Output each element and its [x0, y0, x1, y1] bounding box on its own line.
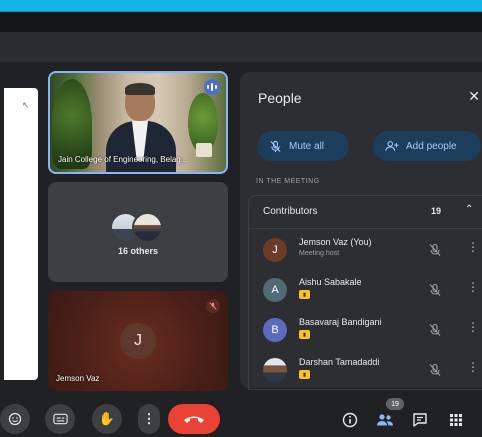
panel-title: People	[258, 90, 302, 106]
mic-off-icon	[206, 299, 220, 313]
self-video-tile[interactable]: J Jemson Vaz	[48, 291, 228, 391]
others-count-label: 16 others	[117, 246, 159, 256]
avatar-stack	[110, 212, 170, 243]
end-call-icon	[184, 416, 204, 423]
mic-off-icon[interactable]	[428, 283, 442, 297]
add-people-button[interactable]: Add people	[373, 131, 481, 161]
badge-icon: ▮	[299, 370, 310, 379]
emoji-reaction-button[interactable]	[0, 404, 30, 434]
avatar: J	[120, 323, 156, 359]
meeting-info-button[interactable]	[340, 410, 360, 430]
participant-hair	[125, 83, 155, 95]
avatar	[263, 358, 287, 382]
tile-participant-name: Jain College of Engineering, Belag...	[58, 155, 188, 164]
raise-hand-button[interactable]: ✋	[92, 404, 122, 434]
mic-off-icon[interactable]	[428, 363, 442, 377]
mute-all-label: Mute all	[289, 140, 325, 152]
contributors-group: Contributors 19 ⌃ J Jemson Vaz (You) Mee…	[248, 195, 482, 390]
tile-participant-name: Jemson Vaz	[56, 374, 100, 383]
window-strip	[0, 12, 482, 32]
divider	[249, 228, 482, 229]
people-panel: People ✕ Mute all Add people IN THE MEET…	[240, 72, 482, 390]
contributors-count: 19	[431, 206, 442, 216]
more-options-icon[interactable]: ⋮	[467, 281, 479, 293]
end-call-button[interactable]	[168, 404, 220, 434]
chat-icon	[413, 413, 427, 427]
participant-row[interactable]: B Basavaraj Bandigani ▮ ⋮	[249, 311, 482, 351]
more-options-icon: ⋮	[142, 411, 156, 426]
chevron-up-icon[interactable]: ⌃	[465, 204, 473, 215]
badge-icon: ▮	[299, 330, 310, 339]
chat-button[interactable]	[410, 410, 430, 430]
avatar: J	[263, 238, 287, 262]
mute-all-button[interactable]: Mute all	[257, 131, 349, 161]
raise-hand-icon: ✋	[98, 411, 116, 426]
activities-button[interactable]	[446, 410, 466, 430]
info-icon	[342, 412, 358, 428]
toolbar-strip	[0, 32, 482, 62]
mic-off-icon[interactable]	[428, 243, 442, 257]
activities-icon	[450, 414, 462, 426]
speaking-indicator-icon	[204, 79, 220, 95]
more-options-icon[interactable]: ⋮	[467, 241, 479, 253]
mic-off-icon[interactable]	[428, 323, 442, 337]
participant-name: Darshan Tamadaddi	[299, 357, 380, 367]
cursor-icon: ↖	[22, 100, 30, 110]
people-icon	[377, 414, 393, 426]
featured-video-tile[interactable]: Jain College of Engineering, Belag...	[48, 71, 228, 174]
avatar: A	[263, 278, 287, 302]
participant-row[interactable]: Darshan Tamadaddi ▮ ⋮	[249, 351, 482, 391]
participant-name: Jemson Vaz (You)	[299, 237, 372, 247]
browser-top-bar	[0, 0, 482, 12]
emoji-icon	[8, 412, 22, 426]
more-options-icon[interactable]: ⋮	[467, 361, 479, 373]
section-label: IN THE MEETING	[256, 178, 320, 185]
badge-icon: ▮	[299, 290, 310, 299]
others-tile[interactable]: 16 others	[48, 182, 228, 282]
avatar	[132, 212, 163, 243]
participant-name: Basavaraj Bandigani	[299, 317, 382, 327]
people-button[interactable]	[375, 410, 395, 430]
people-count-badge: 19	[386, 398, 404, 410]
participant-row[interactable]: J Jemson Vaz (You) Meeting host ⋮	[249, 231, 482, 271]
avatar: B	[263, 318, 287, 342]
participant-row[interactable]: A Aishu Sabakale ▮ ⋮	[249, 271, 482, 311]
add-people-label: Add people	[406, 140, 457, 152]
contributors-label[interactable]: Contributors	[263, 206, 317, 217]
participant-name: Aishu Sabakale	[299, 277, 362, 287]
mic-off-icon	[270, 140, 281, 152]
presentation-screen[interactable]	[4, 88, 38, 380]
participant-role: Meeting host	[299, 250, 340, 257]
add-person-icon	[385, 140, 399, 151]
plant-pot	[196, 143, 212, 157]
close-icon[interactable]: ✕	[468, 88, 480, 105]
more-options-icon[interactable]: ⋮	[467, 321, 479, 333]
more-options-button[interactable]: ⋮	[138, 404, 160, 434]
captions-button[interactable]	[45, 404, 75, 434]
captions-icon	[52, 413, 68, 425]
